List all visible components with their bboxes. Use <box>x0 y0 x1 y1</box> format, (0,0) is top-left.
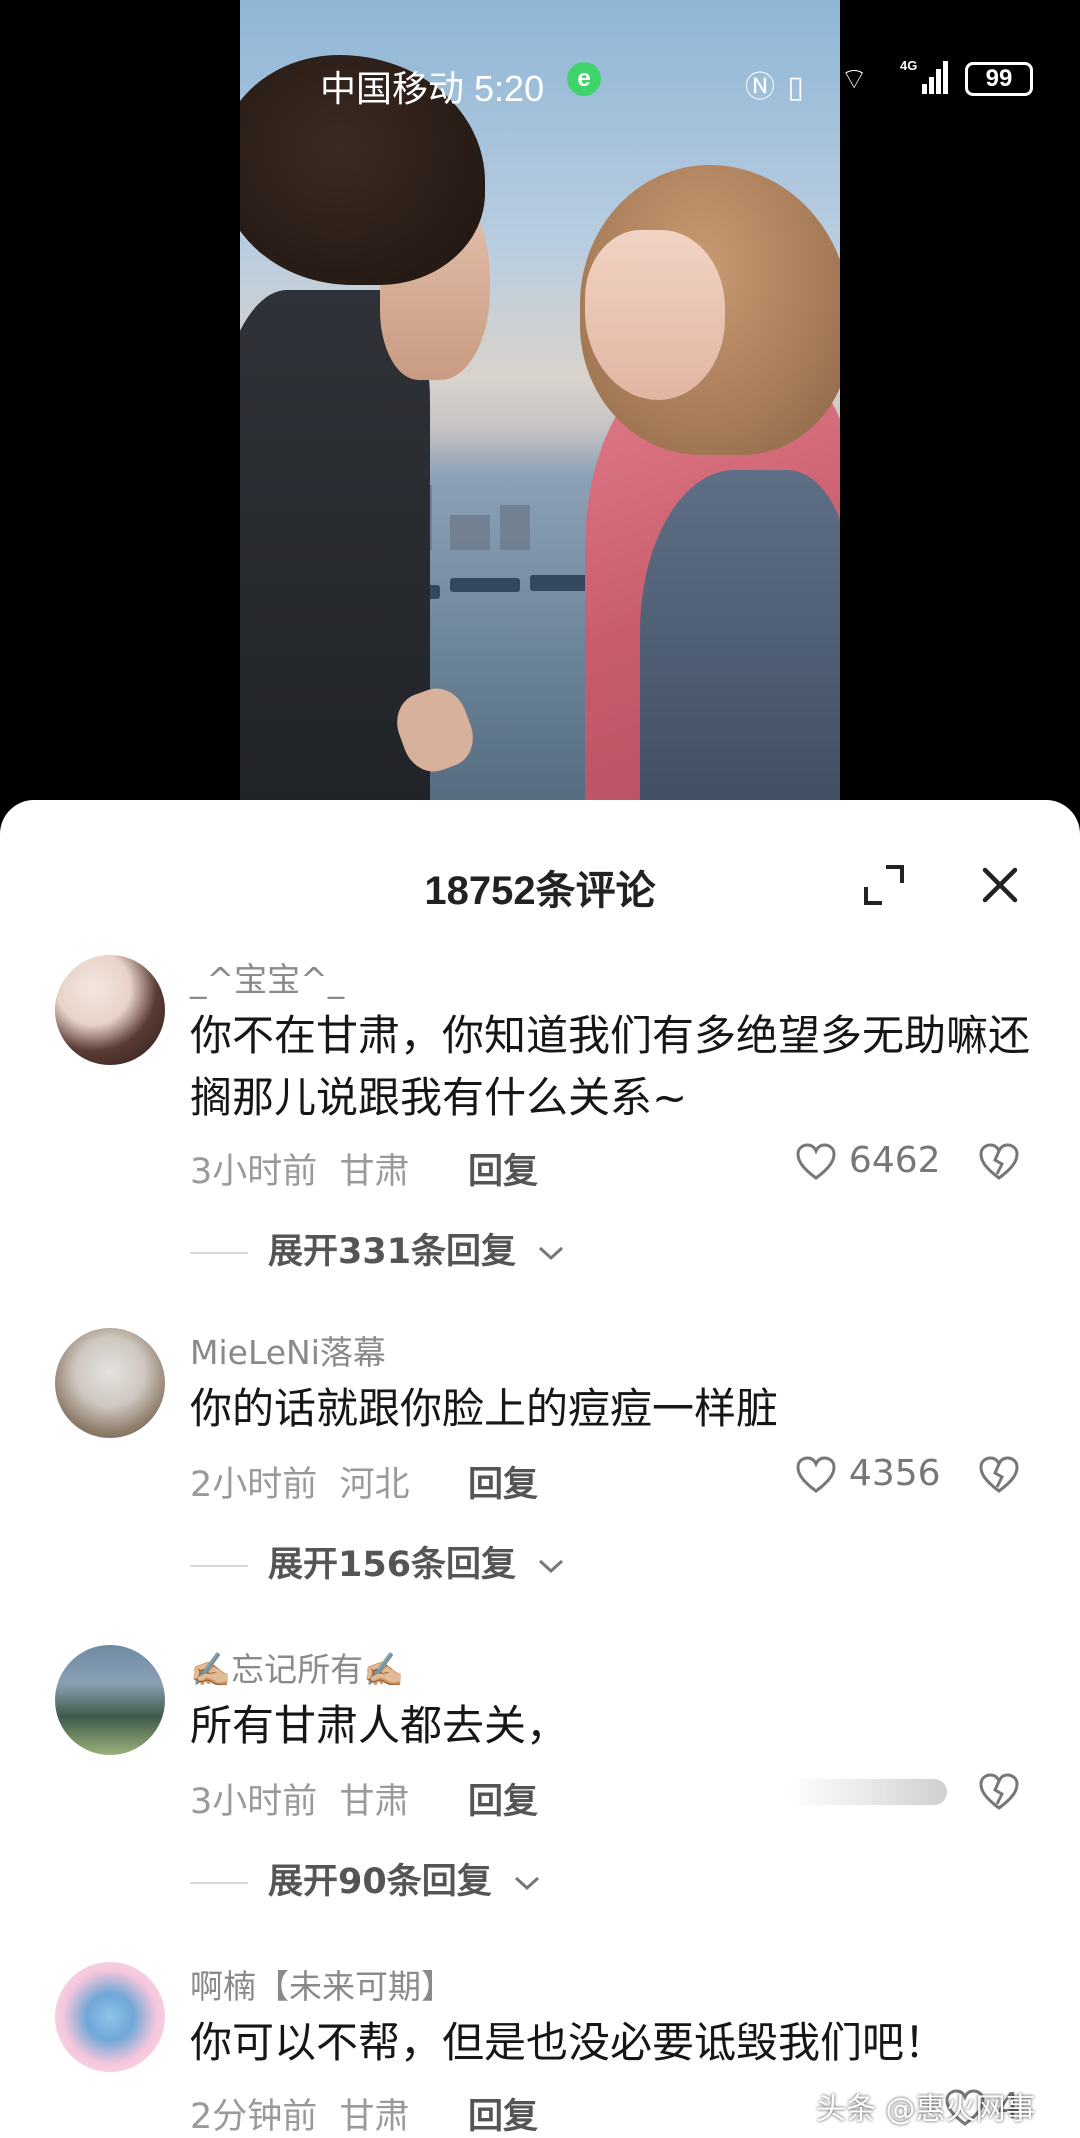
comment-location: 甘肃 <box>339 2097 410 2137</box>
avatar[interactable] <box>55 1645 165 1755</box>
chevron-down-icon <box>539 1559 564 1574</box>
comment-meta: 2分钟前 甘肃 <box>190 2088 410 2138</box>
comment-location: 甘肃 <box>339 1782 410 1822</box>
expand-replies-button[interactable]: 展开331条回复 <box>190 1223 566 1274</box>
expand-replies-button[interactable]: 展开156条回复 <box>190 1536 566 1587</box>
browser-badge-icon: e <box>567 62 601 96</box>
like-count: 4356 <box>848 1453 941 1494</box>
chevron-down-icon <box>514 1876 539 1891</box>
divider-line <box>190 1252 248 1254</box>
comment-count-title: 18752条评论 <box>424 869 656 913</box>
comment-time: 3小时前 <box>190 1152 318 1192</box>
avatar[interactable] <box>55 1328 165 1438</box>
avatar[interactable] <box>55 955 165 1065</box>
comment-author[interactable]: ✍🏼忘记所有✍🏼 <box>190 1643 404 1691</box>
expand-replies-label: 展开90条回复 <box>268 1862 492 1902</box>
video-player[interactable] <box>240 0 840 820</box>
heart-outline-icon[interactable] <box>795 1142 837 1182</box>
comment-text: 你的话就跟你脸上的痘痘一样脏 <box>190 1384 779 1433</box>
fullscreen-expand-icon[interactable] <box>862 863 906 907</box>
comment-meta: 2小时前 河北 <box>190 1456 410 1507</box>
like-group: 4356 <box>795 1453 1020 1495</box>
like-count: 6462 <box>848 1140 941 1181</box>
expand-replies-label: 展开331条回复 <box>268 1232 517 1272</box>
skyline-building <box>450 515 490 550</box>
skyline-building <box>500 505 530 550</box>
avatar[interactable] <box>55 1962 165 2072</box>
comment-author[interactable]: _^宝宝^_ <box>190 953 344 1001</box>
comment-text: 你不在甘肃，你知道我们有多绝望多无助嘛还搁那儿说跟我有什么关系~ <box>190 1011 1031 1122</box>
comment-text: 所有甘肃人都去关， <box>190 1701 569 1750</box>
boat <box>450 578 520 592</box>
battery-icon: 99 <box>965 62 1033 96</box>
comment-location: 甘肃 <box>339 1152 410 1192</box>
comment-meta: 3小时前 甘肃 <box>190 1773 410 1824</box>
broken-heart-icon[interactable] <box>978 1142 1020 1182</box>
broken-heart-icon[interactable] <box>978 1455 1020 1495</box>
comment-author[interactable]: 啊楠【未来可期】 <box>190 1960 454 2008</box>
comment-time: 2分钟前 <box>190 2097 318 2137</box>
reply-button[interactable]: 回复 <box>468 1143 538 1194</box>
like-group <box>786 1770 1020 1812</box>
divider-line <box>190 1565 248 1567</box>
wifi-icon: ⌔ <box>840 63 869 96</box>
close-icon[interactable] <box>975 860 1025 910</box>
comment-author[interactable]: MieLeNi落幕 <box>190 1326 386 1374</box>
heart-outline-icon[interactable] <box>795 1455 837 1495</box>
nfc-vibrate-icon: Ⓝ ▯ <box>745 71 806 104</box>
comment-text: 你可以不帮，但是也没必要诋毁我们吧！ <box>190 2018 947 2067</box>
comment-location: 河北 <box>339 1465 410 1505</box>
broken-heart-icon[interactable] <box>978 1772 1020 1812</box>
expand-replies-label: 展开156条回复 <box>268 1545 517 1585</box>
like-animation <box>786 1779 947 1805</box>
like-group: 6462 <box>795 1140 1020 1182</box>
girl-face <box>585 230 725 400</box>
watermark: 头条 @惠火网事 <box>816 2092 1036 2127</box>
expand-replies-button[interactable]: 展开90条回复 <box>190 1853 542 1904</box>
signal-icon: 4G <box>900 58 948 104</box>
comment-panel: 18752条评论 _^宝宝^_ 你不在甘肃，你知道我们有多绝望多无助嘛还搁那儿说… <box>0 800 1080 2138</box>
carrier-time: 中国移动 5:20 <box>320 68 545 109</box>
chevron-down-icon <box>539 1246 564 1261</box>
reply-button[interactable]: 回复 <box>468 1456 538 1507</box>
reply-button[interactable]: 回复 <box>468 1773 538 1824</box>
girl-legs <box>640 470 840 820</box>
comment-meta: 3小时前 甘肃 <box>190 1143 410 1194</box>
status-bar: 中国移动 5:20 e Ⓝ ▯ ⌔ 4G 99 <box>240 56 1033 109</box>
reply-button[interactable]: 回复 <box>468 2088 538 2138</box>
svg-text:4G: 4G <box>900 58 917 73</box>
comment-time: 3小时前 <box>190 1782 318 1822</box>
comment-time: 2小时前 <box>190 1465 318 1505</box>
divider-line <box>190 1882 248 1884</box>
